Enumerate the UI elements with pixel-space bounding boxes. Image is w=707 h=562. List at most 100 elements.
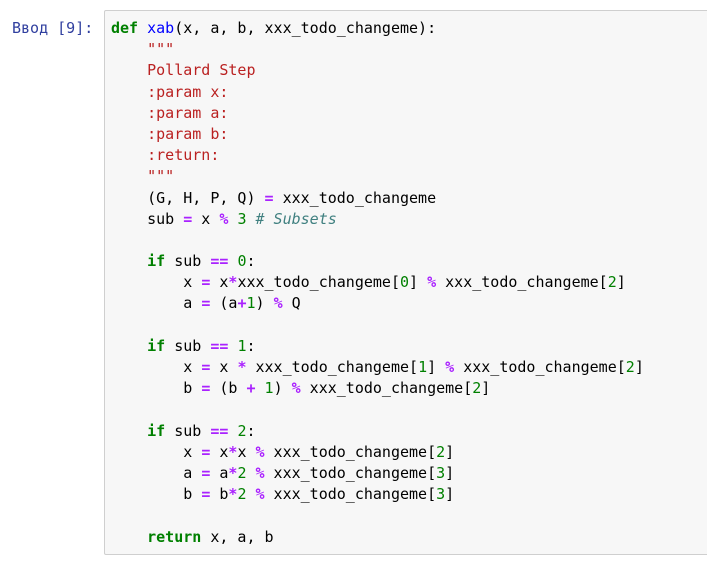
operator-token: = (201, 379, 211, 398)
code-line: x = x * xxx_todo_changeme[1] % xxx_todo_… (111, 357, 644, 378)
string-token: """ (147, 40, 175, 59)
code-editor[interactable]: def xab(x, a, b, xxx_todo_changeme): """… (111, 18, 644, 548)
keyword-token: if (147, 336, 166, 355)
code-line: :param a: (111, 103, 644, 124)
operator-token: = (201, 442, 211, 461)
code-line: if sub == 0: (111, 251, 644, 272)
operator-token: = (183, 209, 193, 228)
code-text-token: xxx_todo_changeme[ (264, 463, 437, 482)
string-token: Pollard Step (147, 61, 256, 80)
function-name-token: xab (147, 19, 175, 37)
code-text-token: ) (273, 379, 292, 398)
number-token: 3 (436, 485, 446, 504)
code-line: if sub == 2: (111, 421, 644, 442)
operator-token: = (201, 463, 211, 482)
code-text-token: x (111, 358, 202, 376)
code-text-token: (b (210, 379, 247, 398)
code-text-token: x (210, 358, 238, 376)
code-line: b = b*2 % xxx_todo_changeme[3] (111, 484, 644, 505)
code-text-token: Q (282, 294, 301, 313)
code-text-token: xxx_todo_changeme[ (237, 273, 400, 292)
string-token: :param b: (147, 124, 229, 143)
code-text-token: : (246, 252, 256, 271)
string-token: :return: (147, 146, 220, 165)
operator-token: = (264, 188, 274, 207)
keyword-token: if (147, 421, 166, 440)
string-token: :param a: (147, 103, 229, 122)
keyword-token: if (147, 252, 166, 271)
operator-token: == (210, 336, 229, 355)
number-token: 1 (246, 294, 256, 313)
operator-token: % (427, 273, 437, 292)
code-text-token: x (192, 209, 220, 228)
code-text-token: ] (634, 358, 644, 376)
code-line: :param x: (111, 82, 644, 103)
operator-token: + (246, 379, 256, 398)
operator-token: % (291, 379, 301, 398)
code-text-token: b (111, 379, 202, 398)
code-text-token: xxx_todo_changeme[ (454, 358, 626, 376)
code-text-token: a (111, 463, 202, 482)
code-text-token: ] (445, 442, 455, 461)
operator-token: == (210, 252, 229, 271)
number-token: 2 (472, 379, 482, 398)
code-text-token: xxx_todo_changeme[ (264, 485, 437, 504)
code-line: :param b: (111, 124, 644, 145)
code-text-token: sub (111, 209, 184, 228)
number-token: 2 (436, 442, 446, 461)
code-text-token: : (246, 421, 256, 440)
operator-token: % (255, 442, 265, 461)
code-line: a = (a+1) % Q (111, 293, 644, 314)
code-line: x = x*x % xxx_todo_changeme[2] (111, 442, 644, 463)
keyword-token: def (111, 19, 139, 37)
code-text-token: ] (481, 379, 491, 398)
code-text-token: ] (616, 273, 626, 292)
code-text-token: xxx_todo_changeme[ (436, 273, 608, 292)
code-line: """ (111, 39, 644, 60)
code-text-token: x (210, 442, 229, 461)
code-text-token: x (210, 273, 229, 292)
code-line: sub = x % 3 # Subsets (111, 209, 644, 230)
code-text-token: x (111, 442, 202, 461)
keyword-token: return (147, 527, 202, 546)
code-cell[interactable]: def xab(x, a, b, xxx_todo_changeme): """… (104, 10, 707, 555)
input-prompt: Ввод [9]: (12, 19, 94, 37)
code-line: def xab(x, a, b, xxx_todo_changeme): (111, 18, 644, 39)
operator-token: == (210, 421, 229, 440)
code-line: :return: (111, 145, 644, 166)
code-text-token: xxx_todo_changeme[ (300, 379, 473, 398)
code-text-token: x, a, b (201, 527, 274, 546)
operator-token: = (201, 273, 211, 292)
number-token: 3 (436, 463, 446, 482)
comment-token: # Subsets (255, 209, 337, 228)
code-text-token: ] (445, 485, 455, 504)
code-text-token: a (210, 463, 229, 482)
operator-token: = (201, 485, 211, 504)
number-token: 1 (264, 379, 274, 398)
code-text-token: (G, H, P, Q) (111, 188, 265, 207)
operator-token: % (255, 485, 265, 504)
code-line: if sub == 1: (111, 336, 644, 357)
code-text-token: x (111, 273, 202, 292)
string-token: """ (147, 167, 175, 186)
operator-token: = (201, 294, 211, 313)
operator-token: % (255, 463, 265, 482)
code-text-token: b (111, 485, 202, 504)
